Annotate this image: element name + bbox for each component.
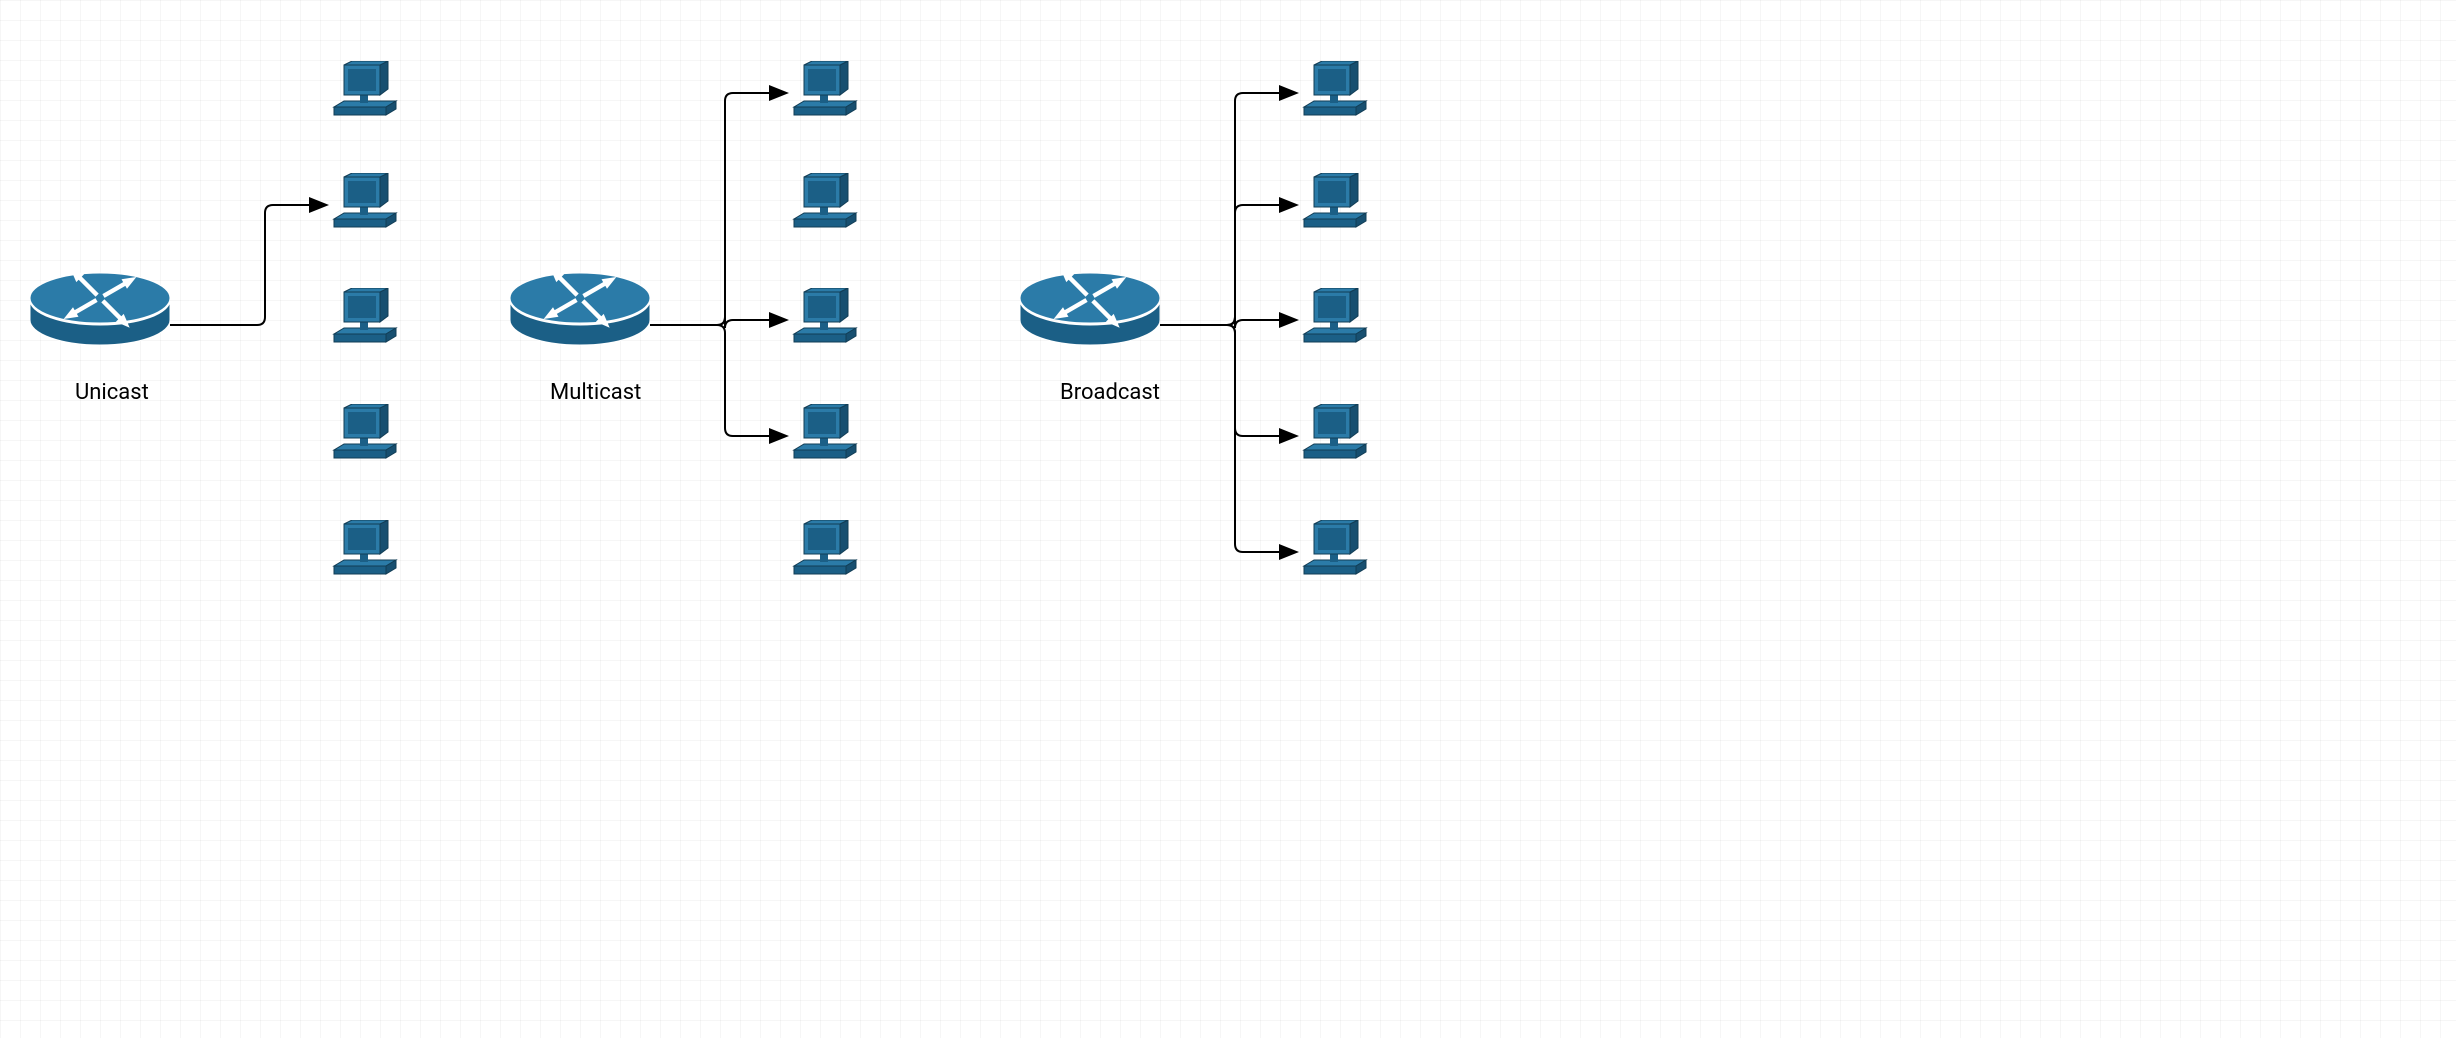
computer-icon — [1300, 288, 1370, 356]
unicast-label: Unicast — [75, 380, 149, 405]
computer-icon — [790, 520, 860, 588]
computer-icon — [790, 61, 860, 129]
computer-icon — [790, 288, 860, 356]
broadcast-label: Broadcast — [1060, 380, 1160, 405]
computer-icon — [1300, 404, 1370, 472]
router-icon — [30, 270, 170, 354]
computer-icon — [1300, 61, 1370, 129]
computer-icon — [330, 404, 400, 472]
computer-icon — [330, 173, 400, 241]
computer-icon — [790, 404, 860, 472]
computer-icon — [330, 288, 400, 356]
router-icon — [1020, 270, 1160, 354]
computer-icon — [790, 173, 860, 241]
router-icon — [510, 270, 650, 354]
computer-icon — [1300, 173, 1370, 241]
computer-icon — [1300, 520, 1370, 588]
computer-icon — [330, 61, 400, 129]
multicast-label: Multicast — [550, 380, 641, 405]
computer-icon — [330, 520, 400, 588]
